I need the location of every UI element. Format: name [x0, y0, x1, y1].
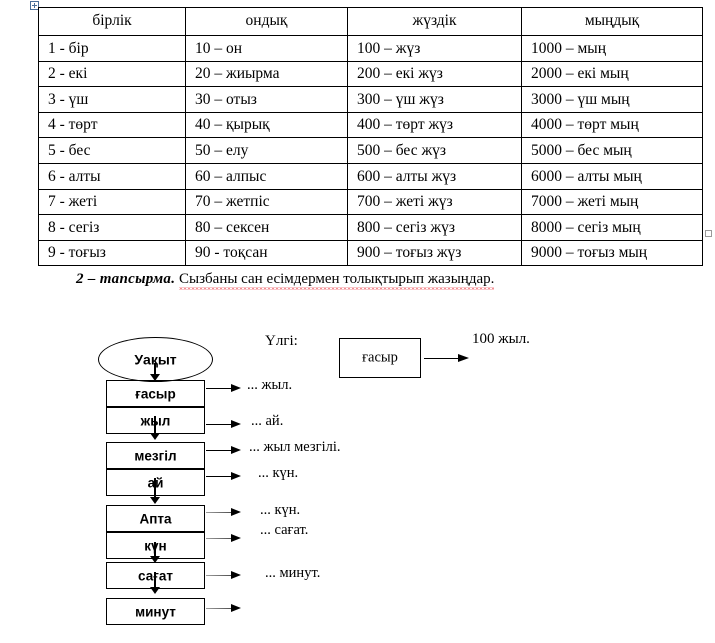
- diagram-box-apta: Апта: [106, 505, 205, 532]
- table-cell: 8 - сегіз: [38, 214, 186, 241]
- table-row: 8 - сегіз 80 – сексен 800 – сегіз жүз 80…: [38, 214, 703, 241]
- output-arrow-icon: [206, 508, 242, 517]
- table-cell: 70 – жетпіс: [185, 188, 348, 216]
- table-cell: 4000 – төрт мың: [521, 111, 703, 139]
- sample-result: 100 жыл.: [472, 331, 530, 347]
- sample-arrow-icon: [424, 354, 469, 363]
- table-cell: 2000 – екі мың: [521, 60, 703, 88]
- table-row: 1 - бір 10 – он 100 – жүз 1000 – мың: [38, 35, 703, 62]
- table-cell: 6 - алты: [38, 162, 186, 190]
- diagram-box-label: ғасыр: [135, 386, 176, 401]
- table-cell: 200 – екі жүз: [347, 60, 522, 88]
- table-cell: 7000 – жеті мың: [521, 188, 703, 216]
- output-arrow-icon: [206, 604, 242, 613]
- connector-arrow-icon: [150, 572, 161, 594]
- table-cell: 1000 – мың: [521, 35, 703, 62]
- diagram-output-label: ... күн.: [258, 465, 299, 481]
- diagram-output-label: ... жыл мезгілі.: [249, 439, 341, 455]
- diagram-box-label: Апта: [139, 511, 172, 526]
- table-cell: 20 – жиырма: [185, 60, 348, 88]
- table-cell: 50 – елу: [185, 137, 348, 164]
- table-cell: 8000 – сегіз мың: [521, 214, 703, 241]
- table-cell: 60 – алпыс: [185, 162, 348, 190]
- table-header-row: бірлік ондық жүздік мыңдық: [38, 7, 703, 36]
- table-cell: 2 - екі: [38, 60, 186, 88]
- table-cell: 9000 – тоғыз мың: [521, 239, 703, 267]
- table-cell: 90 - тоқсан: [185, 239, 348, 267]
- sample-label: Үлгі:: [265, 333, 298, 349]
- table-cell: 9 - тоғыз: [38, 239, 186, 267]
- connector-arrow-icon: [150, 416, 161, 440]
- diagram-output-label: ... ай.: [251, 413, 284, 429]
- table-cell: 3 - үш: [38, 86, 186, 113]
- diagram-box-label: минут: [135, 604, 176, 619]
- table-row: 4 - төрт 40 – қырық 400 – төрт жүз 4000 …: [38, 111, 703, 139]
- connector-arrow-icon: [150, 542, 161, 563]
- diagram-output-label: ... сағат.: [260, 522, 309, 538]
- diagram-box-gasyr: ғасыр: [106, 380, 205, 407]
- diagram-box-label: мезгіл: [134, 448, 177, 463]
- table-cell: 10 – он: [185, 35, 348, 62]
- table-cell: 400 – төрт жүз: [347, 111, 522, 139]
- column-header-ondyq: ондық: [185, 7, 348, 36]
- table-row: 6 - алты 60 – алпыс 600 – алты жүз 6000 …: [38, 162, 703, 190]
- numbers-table: бірлік ондық жүздік мыңдық 1 - бір 10 – …: [38, 7, 703, 267]
- time-units-diagram: Үлгі: ғасыр 100 жыл. Уақыт ғасыр жыл мез…: [0, 316, 715, 643]
- table-cell: 600 – алты жүз: [347, 162, 522, 190]
- table-cell: 300 – үш жүз: [347, 86, 522, 113]
- table-cell: 80 – сексен: [185, 214, 348, 241]
- diagram-output-label: ... минут.: [265, 565, 321, 581]
- sample-box-label: ғасыр: [362, 349, 398, 366]
- table-row: 5 - бес 50 – елу 500 – бес жүз 5000 – бе…: [38, 137, 703, 164]
- output-arrow-icon: [206, 472, 242, 481]
- output-arrow-icon: [206, 571, 242, 580]
- column-header-birlik: бірлік: [38, 7, 186, 36]
- table-row: 7 - жеті 70 – жетпіс 700 – жеті жүз 7000…: [38, 188, 703, 216]
- table-cell: 700 – жеті жүз: [347, 188, 522, 216]
- connector-arrow-icon: [150, 363, 161, 381]
- table-cell: 30 – отыз: [185, 86, 348, 113]
- table-cell: 7 - жеті: [38, 188, 186, 216]
- output-arrow-icon: [206, 384, 242, 393]
- output-arrow-icon: [206, 420, 242, 429]
- table-cell: 3000 – үш мың: [521, 86, 703, 113]
- sample-box: ғасыр: [339, 338, 421, 378]
- column-header-myngdyq: мыңдық: [521, 7, 703, 36]
- table-resize-handle[interactable]: [705, 230, 712, 237]
- table-cell: 500 – бес жүз: [347, 137, 522, 164]
- table-row: 9 - тоғыз 90 - тоқсан 900 – тоғыз жүз 90…: [38, 239, 703, 267]
- diagram-output-label: ... күн.: [260, 502, 301, 518]
- table-cell: 800 – сегіз жүз: [347, 214, 522, 241]
- task-number-label: 2 – тапсырма.: [76, 271, 176, 287]
- table-cell: 6000 – алты мың: [521, 162, 703, 190]
- table-cell: 4 - төрт: [38, 111, 186, 139]
- diagram-output-label: ... жыл.: [247, 377, 293, 393]
- table-cell: 1 - бір: [38, 35, 186, 62]
- table-cell: 5 - бес: [38, 137, 186, 164]
- output-arrow-icon: [206, 534, 242, 543]
- task-instruction: Сызбаны сан есімдермен толықтырып жазыңд…: [179, 271, 495, 290]
- output-arrow-icon: [206, 446, 242, 455]
- table-row: 2 - екі 20 – жиырма 200 – екі жүз 2000 –…: [38, 60, 703, 88]
- table-cell: 5000 – бес мың: [521, 137, 703, 164]
- diagram-box-minut: минут: [106, 598, 205, 625]
- table-cell: 40 – қырық: [185, 111, 348, 139]
- column-header-juzdik: жүздік: [347, 7, 522, 36]
- table-cell: 900 – тоғыз жүз: [347, 239, 522, 267]
- task-line: 2 – тапсырма. Сызбаны сан есімдермен тол…: [76, 271, 495, 290]
- diagram-box-mezgil: мезгіл: [106, 442, 205, 469]
- table-cell: 100 – жүз: [347, 35, 522, 62]
- connector-arrow-icon: [150, 478, 161, 504]
- table-row: 3 - үш 30 – отыз 300 – үш жүз 3000 – үш …: [38, 86, 703, 113]
